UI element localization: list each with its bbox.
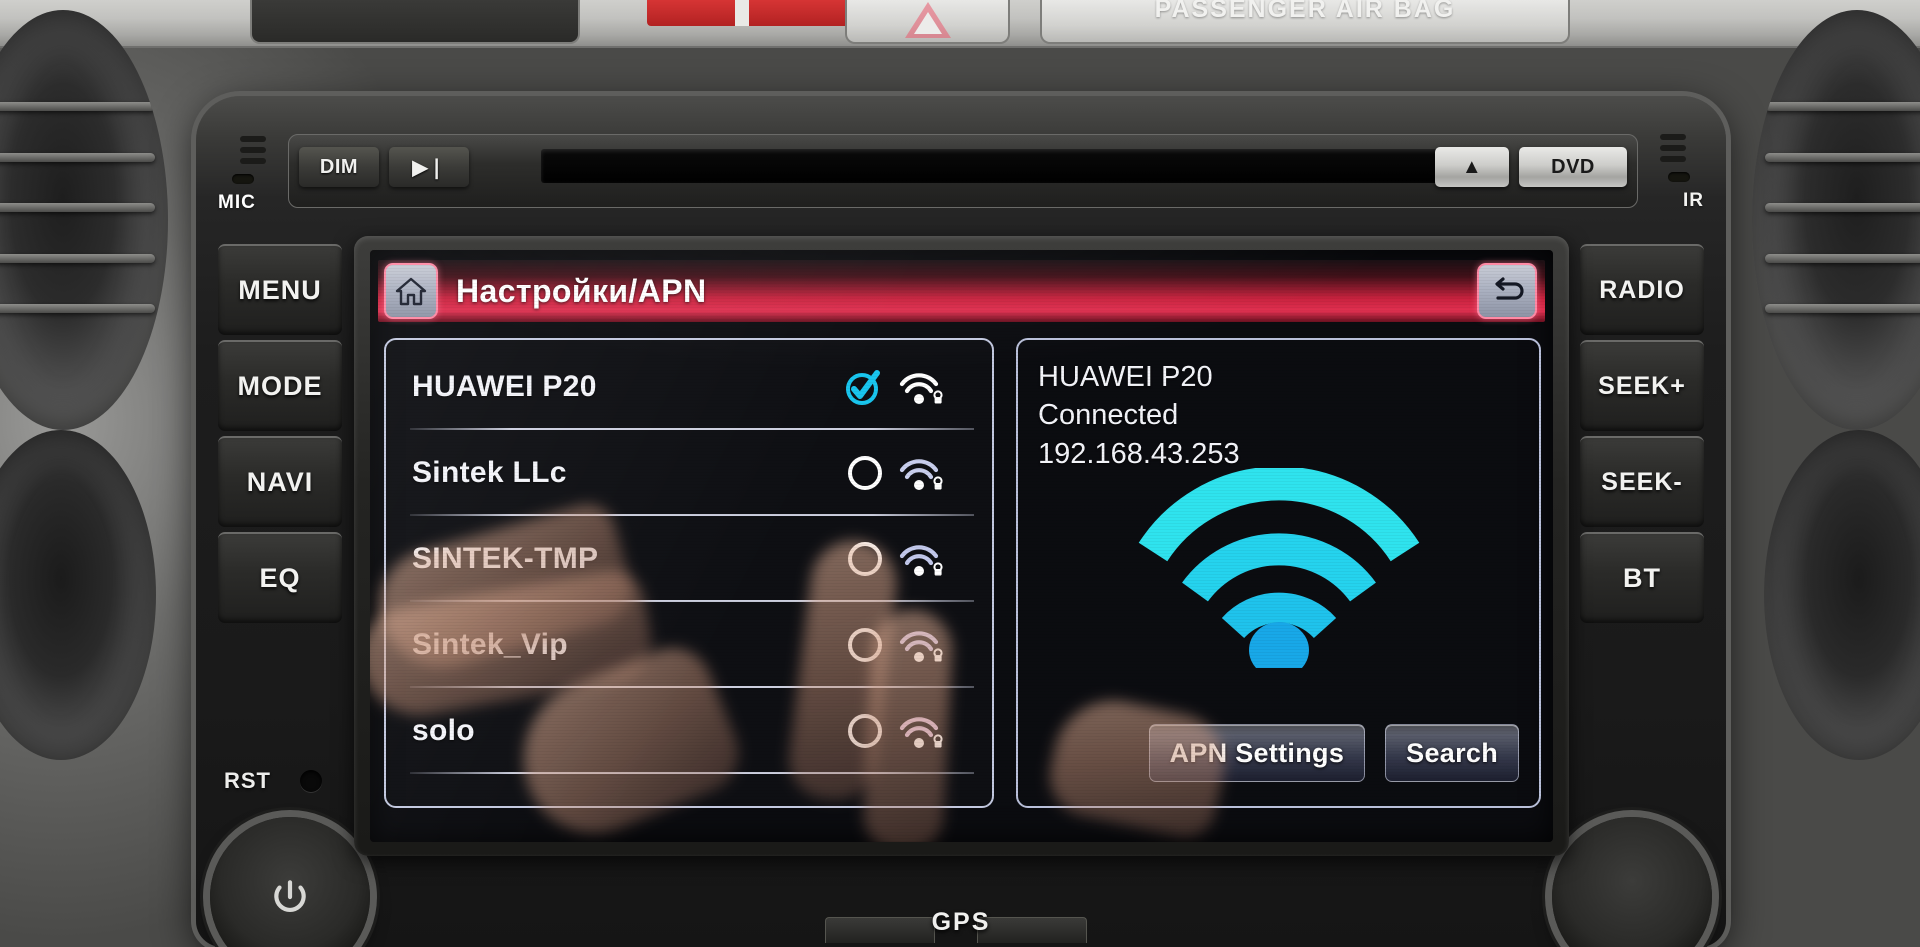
lock-icon [933,476,943,490]
wifi-signal-locked-icon [899,717,943,748]
wifi-signal-locked-icon [899,631,943,662]
wifi-ssid-label: SINTEK-TMP [412,542,599,575]
mic-label: MIC [218,192,256,213]
seek-plus-button[interactable]: SEEK+ [1580,340,1704,431]
titlebar: Настройки/APN [378,260,1545,322]
wifi-list-item[interactable]: solo [386,688,992,774]
wifi-list-item[interactable]: Sintek LLc [386,430,992,516]
radio-unselected-icon [848,628,882,662]
car-head-unit: MIC IR DIM ▶❘ ▲ DVD MENU MODE NAVI EQ RA… [196,96,1726,947]
hazard-triangle-inner-icon [913,12,942,34]
radio-button[interactable]: RADIO [1580,244,1704,335]
disc-bay-bar: DIM ▶❘ ▲ DVD [288,134,1638,208]
power-volume-knob[interactable] [210,817,370,947]
home-button[interactable] [384,263,438,319]
bottom-plate-1 [825,917,935,943]
mode-button[interactable]: MODE [218,340,342,431]
passenger-airbag-indicator: PASSENGER AIR BAG [1040,0,1570,44]
wifi-signal-locked-icon [899,373,943,404]
left-key-column: MENU MODE NAVI EQ [218,244,342,628]
wifi-signal-cell [896,367,966,407]
wifi-signal-cell [896,539,966,579]
disc-slot [541,149,1441,183]
lock-icon [933,390,943,404]
lock-icon [933,562,943,576]
wifi-select-indicator[interactable] [834,628,896,662]
wifi-list-item[interactable]: Sintek_Vip [386,602,992,688]
eject-button[interactable]: ▲ [1435,147,1509,187]
screen-content: HUAWEI P20 Sintek LLc SINTEK-TMP Sintek_… [384,338,1541,808]
wifi-select-indicator[interactable] [834,456,896,490]
seek-minus-button[interactable]: SEEK- [1580,436,1704,527]
checkmark-selected-icon [846,370,880,405]
wifi-ssid-label: HUAWEI P20 [412,370,597,403]
wifi-select-indicator[interactable] [834,542,896,576]
hazard-light-button[interactable] [845,0,1010,44]
ir-label: IR [1683,190,1704,211]
play-pause-button[interactable]: ▶❘ [389,147,469,187]
lcd-screen: Настройки/APN HUAWEI P20 Sintek LLc SINT… [370,250,1553,842]
wifi-list-item[interactable]: HUAWEI P20 [386,344,992,430]
dim-button[interactable]: DIM [299,147,379,187]
search-button[interactable]: Search [1385,724,1519,782]
speaker-grille-left [240,136,266,168]
connection-status: Connected [1038,399,1179,432]
airbag-label: PASSENGER AIR BAG [1154,0,1456,23]
radio-unselected-icon [848,456,882,490]
wifi-select-indicator[interactable] [834,367,896,407]
wifi-network-list: HUAWEI P20 Sintek LLc SINTEK-TMP Sintek_… [384,338,994,808]
bottom-plate-2 [977,917,1087,943]
back-arrow-icon [1495,277,1524,300]
lock-icon [933,648,943,662]
lcd-bezel: Настройки/APN HUAWEI P20 Sintek LLc SINT… [354,236,1569,856]
home-icon [395,277,427,306]
screenshot-root: PASSENGER AIR BAG MIC IR DIM ▶❘ ▲ DVD ME… [0,0,1920,947]
radio-unselected-icon [848,714,882,748]
wifi-list-item[interactable]: SINTEK-TMP [386,516,992,602]
right-key-column: RADIO SEEK+ SEEK- BT [1580,244,1704,628]
action-button-group: APN Settings Search [1148,724,1519,782]
menu-button[interactable]: MENU [218,244,342,335]
bt-button[interactable]: BT [1580,532,1704,623]
wifi-ssid-label: Sintek LLc [412,456,567,489]
apn-settings-button[interactable]: APN Settings [1148,724,1366,782]
dvd-button[interactable]: DVD [1519,147,1627,187]
wifi-signal-icon [1138,468,1419,668]
lock-icon [933,734,943,748]
dash-left-panel [250,0,867,44]
wifi-signal-cell [896,625,966,665]
eq-button[interactable]: EQ [218,532,342,623]
back-button[interactable] [1477,263,1537,319]
wifi-signal-cell [896,453,966,493]
head-unit-top-face: MIC IR DIM ▶❘ ▲ DVD [196,96,1726,224]
tune-knob[interactable] [1552,817,1712,947]
wifi-ssid-label: solo [412,714,475,747]
gps-label: GPS [931,908,991,936]
wifi-signal-cell [896,711,966,751]
navi-button[interactable]: NAVI [218,436,342,527]
rst-label: RST [224,768,271,793]
reset-button[interactable] [300,770,322,792]
wifi-ssid-label: Sintek_Vip [412,628,568,661]
power-icon [274,880,306,912]
wifi-select-indicator[interactable] [834,714,896,748]
row-separator [410,772,974,774]
wifi-signal-locked-icon [899,459,943,490]
speaker-grille-right [1660,134,1686,166]
ir-receiver-hole [1668,172,1690,182]
microphone-hole [232,174,254,184]
wifi-signal-locked-icon [899,545,943,576]
red-trim-accent [647,0,867,26]
radio-unselected-icon [848,542,882,576]
page-title: Настройки/APN [456,272,707,309]
connected-ssid: HUAWEI P20 [1038,361,1213,393]
